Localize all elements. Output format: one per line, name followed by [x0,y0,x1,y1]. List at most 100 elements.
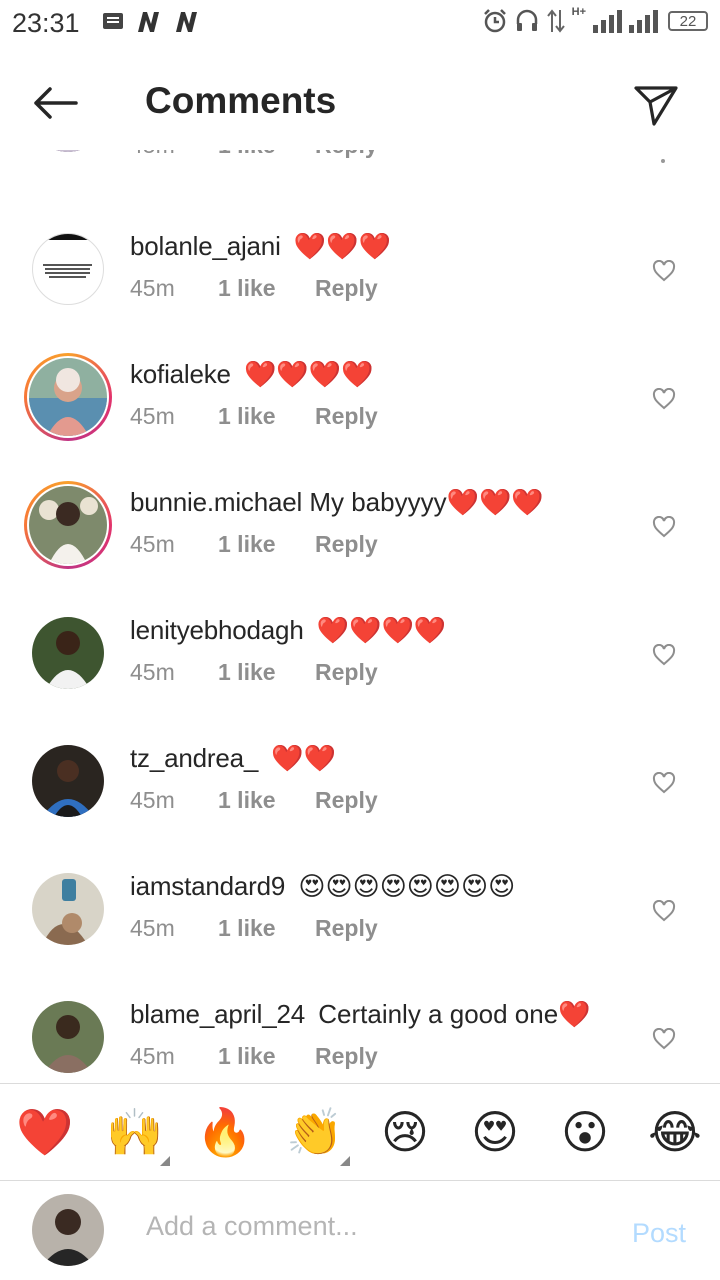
comment-likes[interactable]: 1 like [218,531,315,558]
share-button[interactable] [632,80,680,133]
heart-icon[interactable] [652,388,676,410]
avatar[interactable] [29,358,107,436]
heart-icon[interactable] [652,1028,676,1050]
reply-button[interactable]: Reply [315,150,378,159]
comment-row: iamstandard9 😍😍😍😍😍😍😍😍 45m 1 like Reply [0,853,720,981]
reply-button[interactable]: Reply [315,659,378,686]
comment-text-line: lenityebhodagh ❤️❤️❤️❤️ [130,615,446,646]
reaction-surprised[interactable]: 😮 [555,1102,615,1162]
comment-likes[interactable]: 1 like [218,659,315,686]
comment-emojis: ❤️❤️❤️ [293,231,392,261]
heart-icon[interactable] [652,260,676,282]
avatar[interactable] [32,233,104,305]
comment-username[interactable]: kofialeke [130,359,231,389]
skin-tone-indicator [160,1156,170,1166]
comment-time: 45m [130,1043,175,1069]
signal-icon [629,10,658,33]
comment-emojis: ❤️❤️❤️❤️ [316,615,447,645]
avatar[interactable] [32,617,104,689]
comment-username[interactable]: bolanle_ajani [130,231,281,261]
comment-time: 45m [130,659,175,685]
comment-composer: Post [0,1180,720,1280]
comment-likes[interactable]: 1 like [218,915,315,942]
user-avatar [32,1194,104,1266]
comment-username[interactable]: tz_andrea_ [130,743,258,773]
comment-meta: 45m 1 likeReply [130,403,378,430]
comment-row: bunnie.michael My babyyyy❤️❤️❤️ 45m 1 lik… [0,469,720,597]
comment-time: 45m [130,915,175,941]
data-transfer-icon [546,9,565,33]
comment-emojis: 😍😍😍😍😍😍😍😍 [298,871,516,901]
comment-username[interactable]: bunnie.michael [130,487,302,517]
comment-meta: 45m1 likeReply [130,787,378,814]
comment-time: 45m [130,531,175,557]
comment-text-line: tz_andrea_ ❤️❤️ [130,743,336,774]
comment-input[interactable] [144,1210,608,1243]
reply-button[interactable]: Reply [315,403,378,430]
comment-meta: 45m1 likeReply [130,275,378,302]
comment-time: 45m [130,403,175,429]
comment-list[interactable]: 45m1 likeReply bolanle_ajani ❤️❤️❤️ 45m1… [0,150,720,1082]
heart-icon[interactable] [652,900,676,922]
comment-likes[interactable]: 1 like [218,1043,315,1070]
comment-row: kofialeke ❤️❤️❤️❤️ 45m 1 like Reply [0,341,720,469]
reaction-crying[interactable]: 😢 [375,1102,435,1162]
comment-emojis: ❤️❤️❤️ [446,487,544,517]
headphones-icon [516,9,537,31]
comment-meta: 45m 1 likeReply [130,659,378,686]
reply-button[interactable]: Reply [315,531,378,558]
reaction-heart-eyes[interactable]: 😍 [465,1102,525,1162]
story-ring[interactable] [24,481,112,569]
alarm-icon [483,9,506,33]
reaction-heart[interactable]: ❤️ [15,1102,75,1162]
comment-text-line: blame_april_24 Certainly a good one❤️ [130,999,591,1030]
heart-icon[interactable] [652,644,676,666]
reaction-raised-hands[interactable]: 🙌 [105,1102,165,1162]
heart-icon[interactable] [652,516,676,538]
reaction-laughing[interactable]: 😂 [645,1102,705,1162]
comment-emojis: ❤️ [558,999,591,1029]
reaction-clap[interactable]: 👏 [285,1102,345,1162]
network-type: H+ [571,6,586,18]
reply-button[interactable]: Reply [315,915,378,942]
comment-username[interactable]: blame_april_24 [130,999,305,1029]
comment-row: lenityebhodagh ❤️❤️❤️❤️ 45m 1 like Reply [0,597,720,725]
avatar[interactable] [29,486,107,564]
comment-row: tz_andrea_ ❤️❤️ 45m 1 like Reply [0,725,720,853]
quick-reaction-bar: ❤️ 🙌 🔥 👏 😢 😍 😮 😂 [0,1083,720,1181]
reply-button[interactable]: Reply [315,1043,378,1070]
comment-likes[interactable]: 1 like [218,787,315,814]
battery-icon: 22 [668,11,708,31]
message-icon [103,13,123,29]
reply-button[interactable]: Reply [315,275,378,302]
comment-emojis: ❤️❤️ [271,743,337,773]
skin-tone-indicator [340,1156,350,1166]
comment-meta: 45m 1 likeReply [130,915,378,942]
heart-icon[interactable] [660,158,666,164]
story-ring[interactable] [24,353,112,441]
back-button[interactable] [30,83,80,128]
page-title: Comments [145,80,337,121]
comment-meta: 45m1 likeReply [130,150,378,159]
avatar[interactable] [32,873,104,945]
battery-level: 22 [679,12,697,30]
comment-username[interactable]: lenityebhodagh [130,615,304,645]
reply-button[interactable]: Reply [315,787,378,814]
comment-text-line: bolanle_ajani ❤️❤️❤️ [130,231,391,262]
comment-likes[interactable]: 1 like [218,403,315,430]
paper-plane-icon [634,86,678,126]
comment-meta: 45m 1 likeReply [130,531,378,558]
signal-icon [593,10,622,33]
post-button[interactable]: Post [632,1218,686,1249]
status-time: 23:31 [12,8,80,38]
comment-likes[interactable]: 1 like [218,150,315,159]
arrow-left-icon [34,87,78,119]
comment-text: Certainly a good one [318,999,559,1029]
avatar[interactable] [32,1001,104,1073]
comment-username[interactable]: iamstandard9 [130,871,285,901]
avatar[interactable] [32,150,104,152]
comment-likes[interactable]: 1 like [218,275,315,302]
heart-icon[interactable] [652,772,676,794]
avatar[interactable] [32,745,104,817]
reaction-fire[interactable]: 🔥 [195,1102,255,1162]
